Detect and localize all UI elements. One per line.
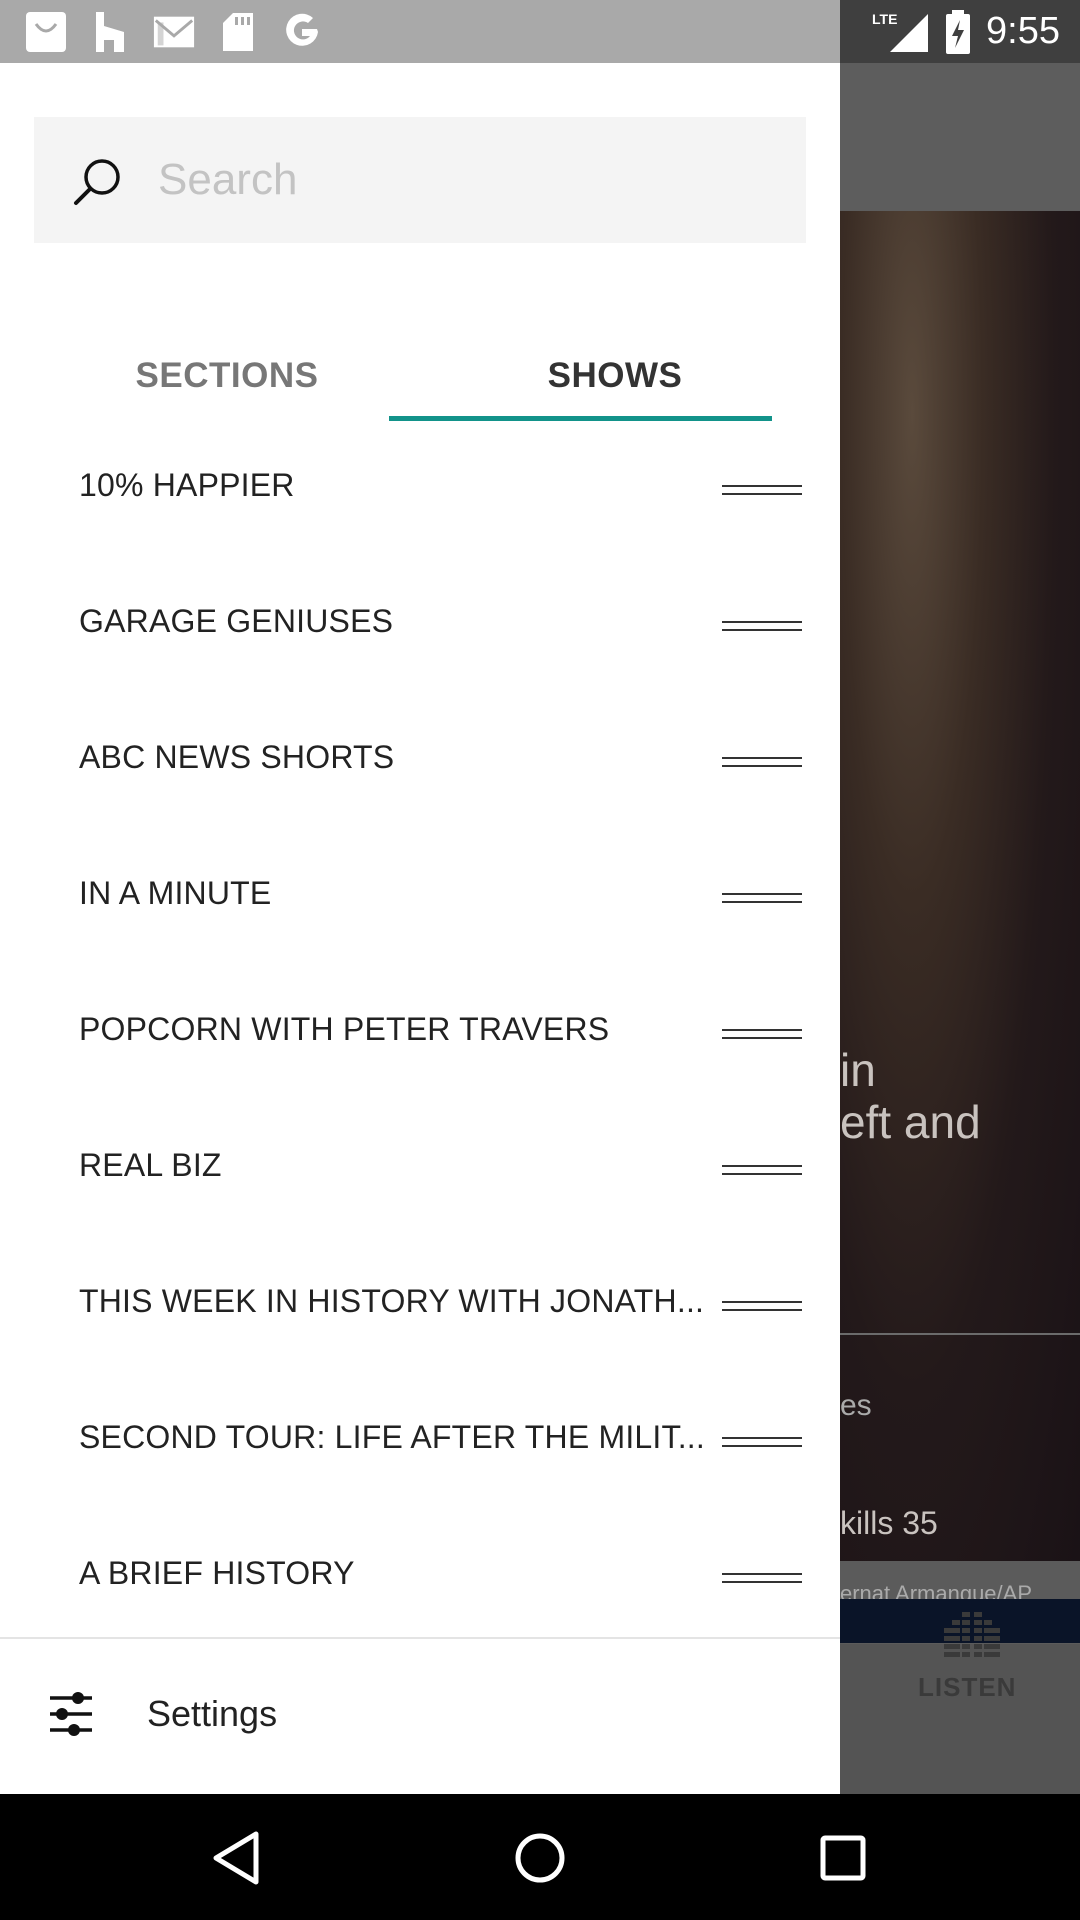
list-item-label: THIS WEEK IN HISTORY WITH JONATH... <box>79 1283 705 1319</box>
settings-label: Settings <box>147 1693 278 1734</box>
background-headline-line1: in <box>840 1044 876 1096</box>
drag-handle-icon[interactable] <box>722 621 802 634</box>
clock: 9:55 <box>986 10 1060 52</box>
status-bar: LTE 9:55 <box>0 0 1080 63</box>
drag-handle-icon[interactable] <box>722 1573 802 1586</box>
background-headline-line2: eft and <box>840 1096 981 1148</box>
drag-handle-icon[interactable] <box>722 1437 802 1450</box>
list-item-label: IN A MINUTE <box>79 875 272 911</box>
drag-handle-icon[interactable] <box>722 1301 802 1314</box>
selected-tab-indicator <box>389 416 772 421</box>
list-item-label: POPCORN WITH PETER TRAVERS <box>79 1011 610 1047</box>
list-item[interactable]: SECOND TOUR: LIFE AFTER THE MILIT... <box>0 1375 840 1511</box>
back-icon[interactable] <box>196 1818 276 1898</box>
settings-button[interactable]: Settings <box>0 1639 840 1793</box>
drag-handle-icon[interactable] <box>722 1165 802 1178</box>
sd-card-icon <box>216 10 260 54</box>
background-divider <box>840 1333 1080 1335</box>
background-photo <box>840 211 1080 1561</box>
svg-text:LTE: LTE <box>872 11 897 27</box>
search-input[interactable] <box>158 143 778 217</box>
navigation-drawer: SECTIONS SHOWS 10% HAPPIER GARAGE GENIUS… <box>0 63 840 1794</box>
list-item[interactable]: IN A MINUTE <box>0 831 840 967</box>
list-item[interactable]: A BRIEF HISTORY <box>0 1511 840 1647</box>
list-item[interactable]: THIS WEEK IN HISTORY WITH JONATH... <box>0 1239 840 1375</box>
background-subtext: es <box>840 1389 872 1422</box>
drag-handle-icon[interactable] <box>722 893 802 906</box>
notification-icons <box>24 10 324 54</box>
google-icon <box>280 10 324 54</box>
drag-handle-icon[interactable] <box>722 757 802 770</box>
drag-handle-icon[interactable] <box>722 485 802 498</box>
list-item-label: SECOND TOUR: LIFE AFTER THE MILIT... <box>79 1419 705 1455</box>
tab-shows[interactable]: SHOWS <box>422 331 808 421</box>
recents-icon[interactable] <box>803 1818 883 1898</box>
list-item[interactable]: ABC NEWS SHORTS <box>0 695 840 831</box>
list-item[interactable]: 10% HAPPIER <box>0 423 840 559</box>
gmail-icon <box>152 10 196 54</box>
home-icon[interactable] <box>500 1818 580 1898</box>
list-item-label: ABC NEWS SHORTS <box>79 739 395 775</box>
houzz-icon <box>88 10 132 54</box>
list-item-label: REAL BIZ <box>79 1147 222 1183</box>
search-icon <box>72 155 124 212</box>
list-item-label: GARAGE GENIUSES <box>79 603 394 639</box>
background-story-text: kills 35 <box>840 1505 938 1541</box>
search-bar[interactable] <box>34 117 806 243</box>
shopping-bag-icon <box>24 10 68 54</box>
battery-charging-icon <box>946 9 971 54</box>
list-item[interactable]: POPCORN WITH PETER TRAVERS <box>0 967 840 1103</box>
list-item-label: 10% HAPPIER <box>79 467 295 503</box>
list-item[interactable]: GARAGE GENIUSES <box>0 559 840 695</box>
settings-sliders-icon <box>48 1691 94 1742</box>
lte-signal-icon: LTE <box>872 11 929 52</box>
drag-handle-icon[interactable] <box>722 1029 802 1042</box>
drawer-tabs: SECTIONS SHOWS <box>34 331 806 421</box>
list-item[interactable]: REAL BIZ <box>0 1103 840 1239</box>
listen-icon <box>944 1612 1000 1667</box>
system-nav-bar <box>0 1794 1080 1920</box>
tab-sections[interactable]: SECTIONS <box>34 331 420 421</box>
list-item-label: A BRIEF HISTORY <box>79 1555 355 1591</box>
listen-tab-label: LISTEN <box>918 1672 1017 1702</box>
